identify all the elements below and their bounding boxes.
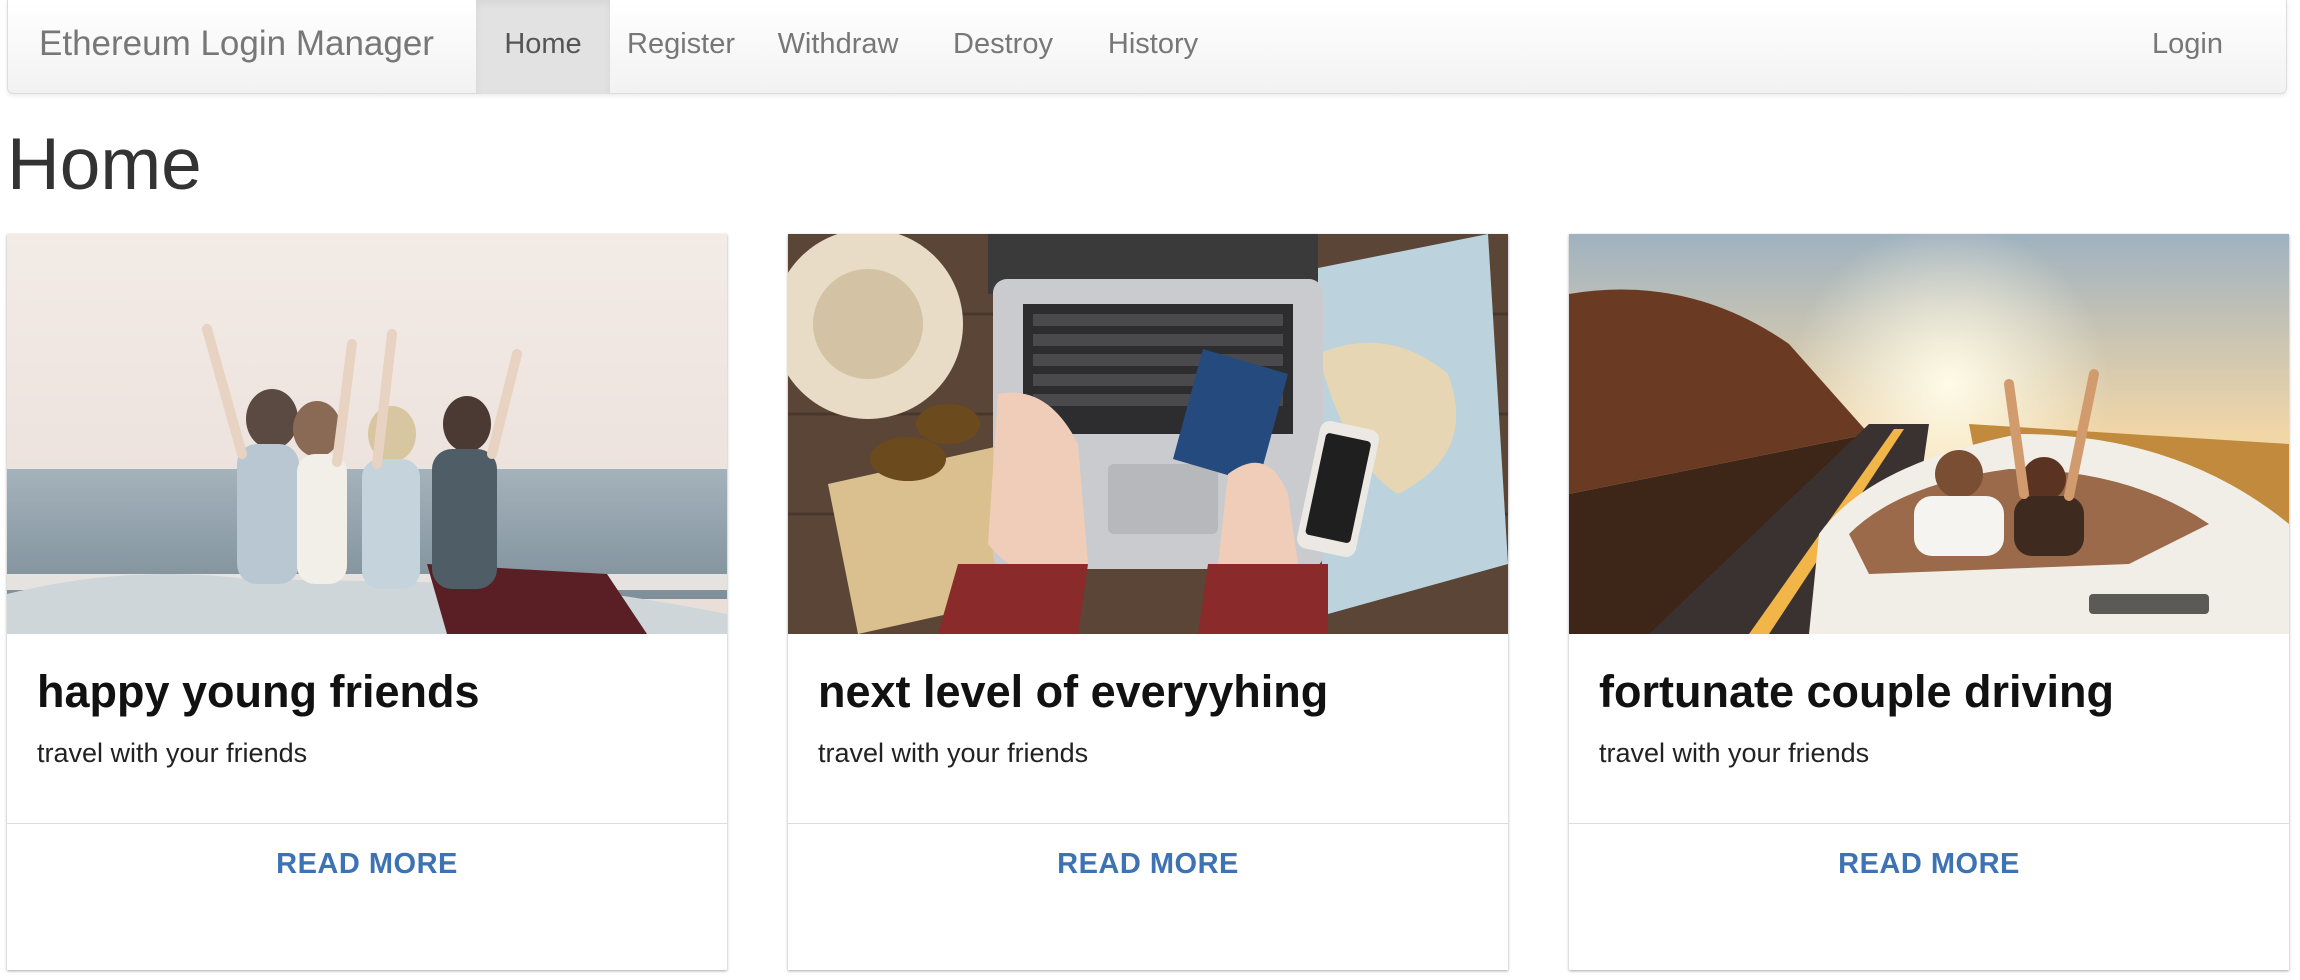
card-title: next level of everyyhing [818, 666, 1329, 717]
card-next-level: next level of everyyhing travel with you… [788, 234, 1508, 970]
laptop-desk-image [788, 234, 1508, 634]
nav-menu: Home Register Withdraw Destroy History [476, 0, 1224, 94]
card-action: READ MORE [1569, 824, 2289, 914]
card-text: travel with your friends [1599, 738, 1870, 768]
card-body: happy young friends travel with your fri… [7, 634, 727, 824]
card-title: fortunate couple driving [1599, 666, 2115, 717]
nav-item-destroy[interactable]: Destroy [924, 0, 1082, 94]
card-text: travel with your friends [37, 738, 308, 768]
nav-item-history[interactable]: History [1082, 0, 1224, 94]
card-title: happy young friends [37, 666, 480, 717]
card-fortunate-couple: fortunate couple driving travel with you… [1569, 234, 2289, 970]
nav-item-register[interactable]: Register [610, 0, 752, 94]
card-action: READ MORE [7, 824, 727, 914]
card-image-couple [1569, 234, 2289, 634]
card-body: next level of everyyhing travel with you… [788, 634, 1508, 824]
read-more-button[interactable]: READ MORE [1838, 848, 2020, 881]
couple-driving-image [1569, 234, 2289, 634]
friends-convertible-image [7, 234, 727, 634]
card-image-laptop [788, 234, 1508, 634]
brand-link[interactable]: Ethereum Login Manager [39, 0, 434, 94]
card-happy-young-friends: happy young friends travel with your fri… [7, 234, 727, 970]
page-title: Home [7, 124, 202, 205]
read-more-button[interactable]: READ MORE [276, 848, 458, 881]
card-image-friends [7, 234, 727, 634]
card-body: fortunate couple driving travel with you… [1569, 634, 2289, 824]
card-action: READ MORE [788, 824, 1508, 914]
top-navbar: Ethereum Login Manager Home Register Wit… [7, 0, 2287, 94]
read-more-button[interactable]: READ MORE [1057, 848, 1239, 881]
login-link[interactable]: Login [2152, 0, 2223, 94]
nav-item-home[interactable]: Home [476, 0, 610, 94]
nav-item-withdraw[interactable]: Withdraw [752, 0, 924, 94]
card-text: travel with your friends [818, 738, 1089, 768]
